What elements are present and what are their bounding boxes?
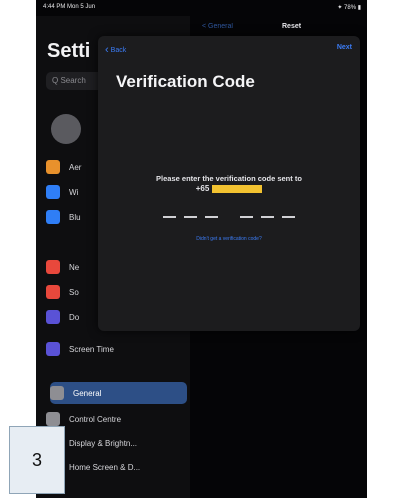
- sidebar-item-label: Ne: [69, 262, 80, 272]
- sidebar-item-label: Display & Brightn...: [69, 438, 138, 448]
- phone-prefix: +65: [195, 184, 210, 193]
- sidebar-item-label: Wi: [69, 187, 79, 197]
- code-digit-slot: [184, 216, 197, 218]
- detail-back-button[interactable]: < General: [202, 23, 233, 30]
- wifi-icon: [46, 185, 60, 199]
- code-slot-spacer: [226, 216, 232, 218]
- sounds-icon: [46, 285, 60, 299]
- verification-code-input[interactable]: [98, 216, 360, 218]
- sidebar-item-label: Home Screen & D...: [69, 462, 141, 472]
- sidebar-item-screen-time[interactable]: Screen Time: [46, 338, 187, 360]
- sidebar-item-label: Control Centre: [69, 414, 122, 424]
- status-indicators: ✦ 78% ▮: [337, 5, 361, 11]
- airplane-icon: [46, 160, 60, 174]
- code-digit-slot: [282, 216, 295, 218]
- chevron-left-icon: ‹: [105, 44, 109, 56]
- dialog-title: Verification Code: [116, 72, 255, 91]
- sidebar-item-label: Do: [69, 312, 80, 322]
- code-digit-slot: [205, 216, 218, 218]
- hourglass-icon: [46, 342, 60, 356]
- code-digit-slot: [163, 216, 176, 218]
- resend-code-link[interactable]: Didn't get a verification code?: [98, 236, 360, 242]
- bluetooth-icon: [46, 210, 60, 224]
- sidebar-item-general[interactable]: General: [50, 382, 187, 404]
- next-button[interactable]: Next: [337, 44, 352, 51]
- back-button[interactable]: ‹ Back: [105, 44, 126, 56]
- phone-number: +65: [98, 184, 360, 193]
- sidebar-item-control-centre[interactable]: Control Centre: [46, 408, 187, 430]
- ipad-screen: 4:44 PM Mon 5 Jun ✦ 78% ▮ Setti Q Search…: [36, 0, 367, 498]
- step-number-label: 3: [9, 426, 65, 494]
- sidebar-item-label: Blu: [69, 212, 81, 222]
- notifications-icon: [46, 260, 60, 274]
- sidebar-item-label: General: [73, 388, 102, 398]
- moon-icon: [46, 310, 60, 324]
- sidebar-item-home-screen[interactable]: Home Screen & D...: [46, 456, 187, 478]
- avatar[interactable]: [51, 114, 81, 144]
- verification-prompt: Please enter the verification code sent …: [156, 174, 302, 183]
- detail-title: Reset: [282, 23, 302, 30]
- sidebar-item-label: Aer: [69, 162, 82, 172]
- code-digit-slot: [261, 216, 274, 218]
- sidebar-item-label: So: [69, 287, 79, 297]
- back-button-label: Back: [110, 46, 127, 54]
- status-time: 4:44 PM Mon 5 Jun: [43, 4, 96, 10]
- settings-title: Setti: [47, 40, 91, 62]
- code-digit-slot: [240, 216, 253, 218]
- sidebar-item-display-brightness[interactable]: Display & Brightn...: [46, 432, 187, 454]
- verification-code-dialog: ‹ Back Next Verification Code Please ent…: [98, 36, 360, 331]
- toggles-icon: [46, 412, 60, 426]
- detail-header: < General Reset: [198, 20, 358, 36]
- status-bar: 4:44 PM Mon 5 Jun ✦ 78% ▮: [36, 0, 367, 16]
- sidebar-item-label: Screen Time: [69, 344, 114, 354]
- phone-redaction-highlight: [212, 184, 263, 193]
- gear-icon: [50, 386, 64, 400]
